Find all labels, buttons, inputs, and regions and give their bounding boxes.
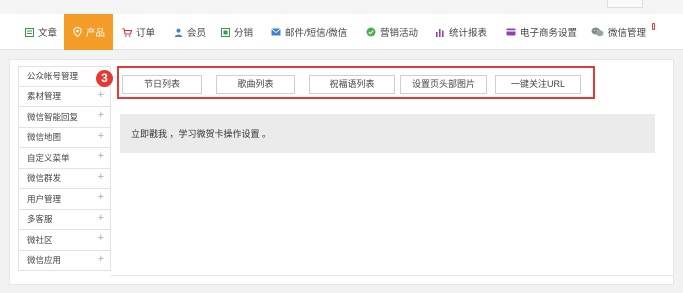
nav-item-marketing[interactable]: 营销活动 xyxy=(366,14,418,50)
song-list-button[interactable]: 歌曲列表 xyxy=(216,75,295,94)
greeting-list-button[interactable]: 祝福语列表 xyxy=(309,75,395,94)
nav-item-distribution[interactable]: 分销 xyxy=(220,14,253,50)
nav-label: 微信管理 xyxy=(608,28,647,39)
sidebar-item-label: 微社区 xyxy=(27,234,53,245)
sidebar-item-label: 自定义菜单 xyxy=(27,152,70,163)
marketing-icon xyxy=(366,27,376,37)
tutorial-notice[interactable]: 立即戳我 ，学习微贺卡操作设置 。 xyxy=(120,114,655,153)
plus-icon[interactable]: + xyxy=(98,232,104,244)
main-nav: 文章 产品 订单 会员 分销 邮件/短信/微信 营销活动 统计报表 电子商务设置… xyxy=(0,14,683,50)
festival-list-button[interactable]: 节日列表 xyxy=(122,75,202,94)
follow-url-button[interactable]: 一键关注URL xyxy=(495,75,581,94)
notification-badge xyxy=(652,23,655,30)
wechat-icon xyxy=(591,27,604,37)
sidebar-item-broadcast[interactable]: 微信群发 + xyxy=(18,168,111,189)
step-marker: 3 xyxy=(96,70,113,87)
plus-icon[interactable]: + xyxy=(98,212,104,224)
sidebar-menu: 公众帐号管理 素材管理 + 微信智能回复 + 微信地图 + 自定义菜单 + 微信群发 + … xyxy=(18,66,111,271)
nav-label: 分销 xyxy=(234,28,254,39)
sidebar-item-customer-service[interactable]: 多客服 + xyxy=(18,209,111,230)
plus-icon[interactable]: + xyxy=(98,191,104,203)
sidebar-item-materials[interactable]: 素材管理 + xyxy=(18,86,111,107)
nav-label: 电子商务设置 xyxy=(520,28,578,39)
sidebar-item-label: 微信应用 xyxy=(27,255,62,266)
set-header-image-button[interactable]: 设置页头部图片 xyxy=(400,75,487,94)
nav-item-wechat-management[interactable]: 微信管理 xyxy=(591,14,646,50)
plus-icon[interactable]: + xyxy=(98,171,104,183)
sidebar-item-label: 公众帐号管理 xyxy=(27,71,79,82)
sidebar-item-label: 素材管理 xyxy=(27,91,62,102)
nav-item-messaging[interactable]: 邮件/短信/微信 xyxy=(271,14,347,50)
top-tab xyxy=(607,0,643,8)
card-icon xyxy=(506,27,516,37)
sidebar-item-label: 微信智能回复 xyxy=(27,111,79,122)
sidebar-item-map[interactable]: 微信地图 + xyxy=(18,127,111,148)
distribution-icon xyxy=(220,27,230,37)
cart-icon xyxy=(122,27,132,37)
location-pin-icon xyxy=(72,27,82,37)
plus-icon[interactable]: + xyxy=(98,89,104,101)
document-icon xyxy=(24,27,34,37)
plus-icon[interactable]: + xyxy=(98,150,104,162)
sidebar-item-auto-reply[interactable]: 微信智能回复 + xyxy=(18,107,111,128)
mail-icon xyxy=(271,27,281,37)
nav-item-members[interactable]: 会员 xyxy=(173,14,206,50)
sidebar-item-custom-menu[interactable]: 自定义菜单 + xyxy=(18,148,111,169)
nav-label: 会员 xyxy=(187,28,207,39)
user-icon xyxy=(173,27,183,37)
nav-item-articles[interactable]: 文章 xyxy=(24,14,57,50)
sidebar-item-label: 多客服 xyxy=(27,214,53,225)
nav-item-ecommerce-settings[interactable]: 电子商务设置 xyxy=(506,14,577,50)
nav-label: 文章 xyxy=(38,28,58,39)
sidebar-item-label: 微信地图 xyxy=(27,132,62,143)
sidebar-item-community[interactable]: 微社区 + xyxy=(18,230,111,251)
tutorial-link[interactable]: 立即戳我 ，学习微贺卡操作设置 。 xyxy=(131,127,271,140)
nav-item-products[interactable]: 产品 xyxy=(64,14,114,50)
sidebar-item-label: 用户管理 xyxy=(27,193,62,204)
nav-item-reports[interactable]: 统计报表 xyxy=(435,14,487,50)
nav-label: 订单 xyxy=(136,28,156,39)
nav-item-orders[interactable]: 订单 xyxy=(122,14,155,50)
top-strip xyxy=(0,0,683,14)
plus-icon[interactable]: + xyxy=(98,130,104,142)
nav-label: 统计报表 xyxy=(449,28,488,39)
bar-chart-icon xyxy=(435,27,445,37)
bottom-divider xyxy=(111,275,674,276)
nav-label: 营销活动 xyxy=(380,28,419,39)
plus-icon[interactable]: + xyxy=(98,109,104,121)
nav-label: 邮件/短信/微信 xyxy=(285,28,348,39)
sidebar-item-label: 微信群发 xyxy=(27,173,62,184)
sidebar-item-apps[interactable]: 微信应用 + xyxy=(18,250,111,271)
plus-icon[interactable]: + xyxy=(98,253,104,265)
nav-label: 产品 xyxy=(86,28,106,39)
sidebar-item-users[interactable]: 用户管理 + xyxy=(18,189,111,210)
